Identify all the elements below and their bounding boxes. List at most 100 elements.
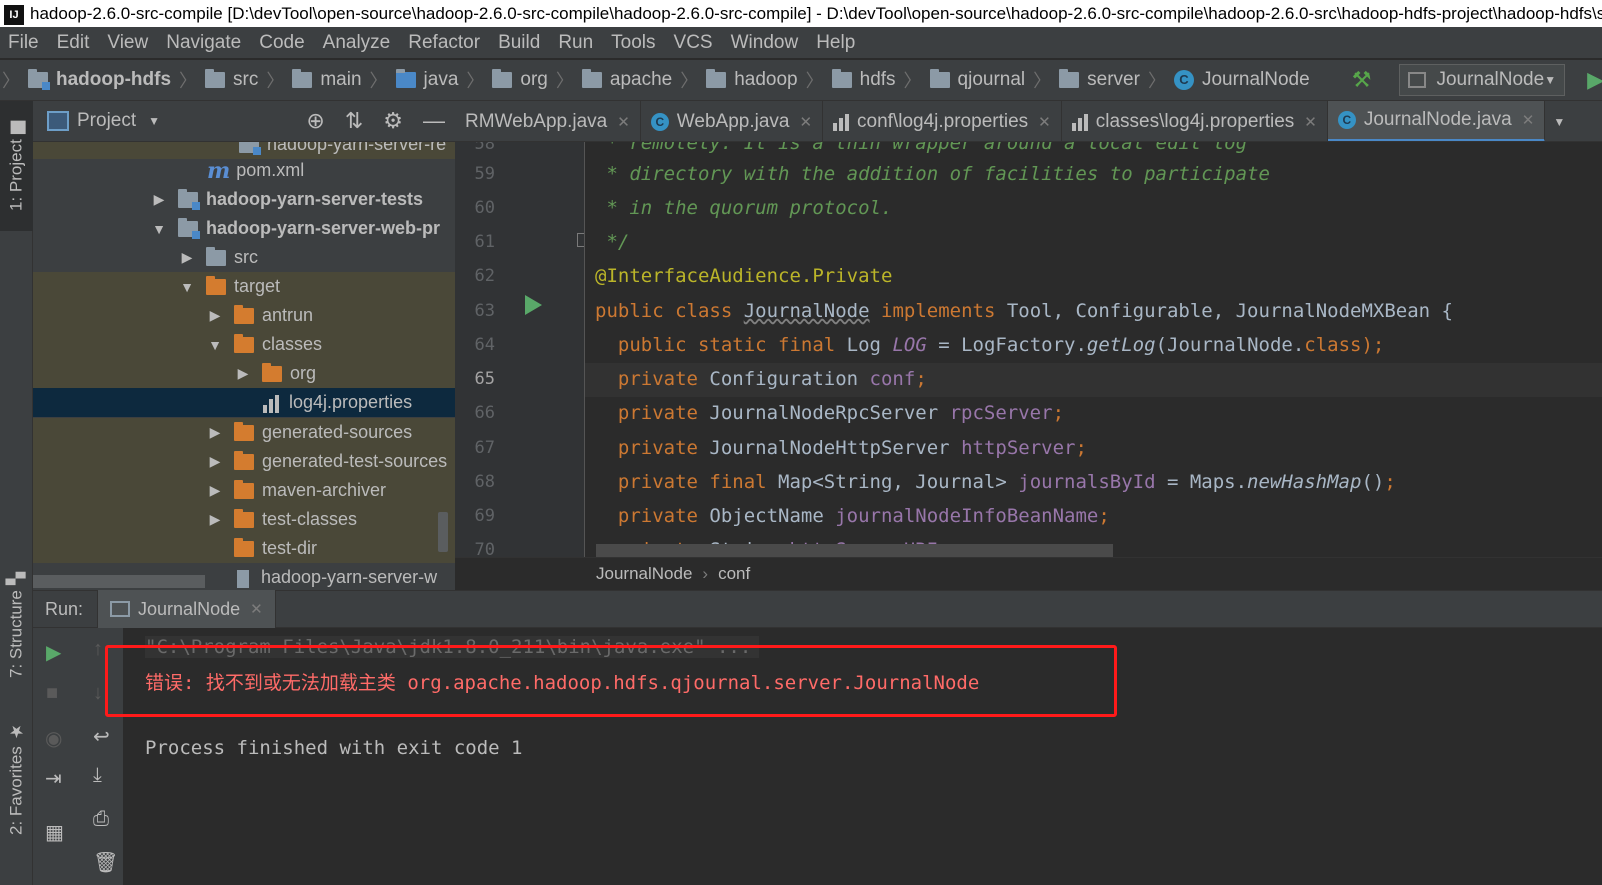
tab-conf-log4j[interactable]: conf\log4j.properties ✕ bbox=[823, 101, 1062, 141]
close-icon[interactable]: ✕ bbox=[1522, 111, 1535, 129]
expand-arrow-icon[interactable]: ▶ bbox=[206, 424, 224, 441]
nav-crumb-org[interactable]: org bbox=[492, 69, 553, 91]
menu-build[interactable]: Build bbox=[489, 27, 549, 59]
run-play-icon[interactable]: ▶ bbox=[1587, 67, 1602, 93]
window-title: hadoop-2.6.0-src-compile [D:\devTool\ope… bbox=[30, 4, 1602, 23]
collapse-all-icon[interactable]: ⇅ bbox=[345, 108, 363, 134]
collapse-arrow-icon[interactable]: ▼ bbox=[178, 279, 196, 295]
fold-marker-icon[interactable] bbox=[577, 233, 584, 247]
hide-panel-icon[interactable]: — bbox=[423, 108, 445, 134]
menu-window[interactable]: Window bbox=[722, 27, 808, 59]
tab-journalnode[interactable]: C JournalNode.java ✕ bbox=[1327, 101, 1546, 141]
menu-file[interactable]: File bbox=[0, 27, 48, 59]
nav-separator: 〉 bbox=[680, 71, 699, 91]
menu-edit[interactable]: Edit bbox=[48, 27, 99, 59]
tree-item[interactable]: ▶ generated-test-sources bbox=[33, 447, 455, 476]
tab-overflow[interactable]: ▼ bbox=[1545, 101, 1573, 141]
trash-icon[interactable]: 🗑 bbox=[93, 850, 118, 875]
tree-item[interactable]: test-dir bbox=[33, 534, 455, 563]
keyword-token: implements bbox=[869, 300, 1007, 322]
soft-wrap-icon[interactable]: ↩ bbox=[93, 724, 110, 749]
tree-item[interactable]: ▼ classes bbox=[33, 330, 455, 359]
menu-view[interactable]: View bbox=[98, 27, 157, 59]
tree-horizontal-scrollbar[interactable] bbox=[33, 575, 205, 588]
menu-run[interactable]: Run bbox=[549, 27, 602, 59]
tab-classes-log4j[interactable]: classes\log4j.properties ✕ bbox=[1062, 101, 1328, 141]
expand-arrow-icon[interactable]: ▶ bbox=[150, 191, 168, 208]
tree-item[interactable]: ▼ hadoop-yarn-server-web-pr bbox=[33, 214, 455, 243]
gear-icon[interactable]: ⚙ bbox=[383, 108, 403, 134]
close-icon[interactable]: ✕ bbox=[1038, 113, 1051, 131]
rerun-icon[interactable]: ▶ bbox=[46, 640, 61, 665]
build-hammer-icon[interactable]: ⚒ bbox=[1352, 67, 1372, 93]
nav-crumb-hadoop[interactable]: hadoop bbox=[706, 69, 803, 91]
tree-item[interactable]: ▶ antrun bbox=[33, 301, 455, 330]
breadcrumb-item-class[interactable]: JournalNode bbox=[596, 564, 692, 584]
nav-crumb-label: hdfs bbox=[859, 69, 896, 90]
run-configuration-select[interactable]: JournalNode ▼ bbox=[1399, 64, 1566, 96]
menu-navigate[interactable]: Navigate bbox=[157, 27, 250, 59]
expand-arrow-icon[interactable]: ▶ bbox=[234, 365, 252, 382]
layout-icon[interactable]: ▦ bbox=[45, 820, 64, 845]
close-icon[interactable]: ✕ bbox=[250, 600, 263, 618]
run-tab-journalnode[interactable]: JournalNode ✕ bbox=[97, 590, 276, 628]
camera-icon[interactable]: ◉ bbox=[45, 726, 62, 751]
breadcrumb-item-field[interactable]: conf bbox=[718, 564, 750, 584]
tree-item[interactable]: ▶ maven-archiver bbox=[33, 476, 455, 505]
nav-crumb-class[interactable]: C JournalNode bbox=[1173, 69, 1316, 91]
package-icon bbox=[581, 69, 602, 88]
nav-crumb-main[interactable]: main bbox=[292, 69, 367, 91]
close-icon[interactable]: ✕ bbox=[799, 113, 812, 131]
menu-tools[interactable]: Tools bbox=[602, 27, 664, 59]
nav-crumb-server[interactable]: server bbox=[1059, 69, 1146, 91]
console-exit-line: Process finished with exit code 1 bbox=[145, 737, 523, 759]
scroll-to-end-icon[interactable]: ⤓ bbox=[93, 764, 102, 787]
tree-item-selected[interactable]: log4j.properties bbox=[33, 388, 455, 417]
editor-horizontal-scrollbar[interactable] bbox=[596, 544, 1113, 557]
stop-icon[interactable]: ■ bbox=[46, 682, 58, 705]
tree-item[interactable]: ▶ org bbox=[33, 359, 455, 388]
collapse-arrow-icon[interactable]: ▼ bbox=[150, 221, 168, 237]
close-icon[interactable]: ✕ bbox=[617, 113, 630, 131]
tree-item[interactable]: ▶ test-classes bbox=[33, 505, 455, 534]
tool-tab-project[interactable]: 1: Project ▆ bbox=[0, 101, 33, 231]
tab-webapp[interactable]: C WebApp.java ✕ bbox=[641, 101, 824, 141]
expand-arrow-icon[interactable]: ▶ bbox=[206, 453, 224, 470]
menu-refactor[interactable]: Refactor bbox=[399, 27, 489, 59]
nav-crumb-java[interactable]: java bbox=[395, 69, 465, 91]
locate-file-icon[interactable]: ⊕ bbox=[306, 108, 324, 134]
nav-crumb-module[interactable]: hadoop-hdfs bbox=[28, 69, 177, 91]
scroll-up-icon[interactable]: ↑ bbox=[93, 638, 103, 661]
print-icon[interactable]: ⎙ bbox=[93, 808, 109, 831]
tab-rmwebapp[interactable]: RMWebApp.java ✕ bbox=[455, 101, 641, 141]
nav-crumb-apache[interactable]: apache bbox=[581, 69, 678, 91]
code-line: private ObjectName journalNodeInfoBeanNa… bbox=[595, 499, 1110, 533]
menu-help[interactable]: Help bbox=[807, 27, 864, 59]
close-icon[interactable]: ✕ bbox=[1304, 113, 1317, 131]
code-editor[interactable]: * remotely. It is a thin wrapper around … bbox=[585, 142, 1602, 557]
expand-arrow-icon[interactable]: ▶ bbox=[206, 482, 224, 499]
nav-crumb-src[interactable]: src bbox=[205, 69, 264, 91]
tree-vertical-scrollbar[interactable] bbox=[438, 512, 448, 552]
collapse-arrow-icon[interactable]: ▼ bbox=[206, 337, 224, 353]
scroll-down-icon[interactable]: ↓ bbox=[93, 682, 103, 705]
run-gutter-icon[interactable] bbox=[525, 295, 542, 315]
expand-arrow-icon[interactable]: ▶ bbox=[206, 511, 224, 528]
tool-tab-favorites[interactable]: 2: Favorites ★ bbox=[0, 713, 33, 843]
tree-item[interactable]: ▶ hadoop-yarn-server-tests bbox=[33, 185, 455, 214]
tree-item[interactable]: m pom.xml bbox=[33, 156, 455, 185]
chevron-down-icon[interactable]: ▼ bbox=[148, 114, 160, 128]
restore-layout-icon[interactable]: ⇥ bbox=[45, 766, 62, 791]
nav-crumb-hdfs[interactable]: hdfs bbox=[831, 69, 902, 91]
menu-analyze[interactable]: Analyze bbox=[314, 27, 400, 59]
nav-crumb-qjournal[interactable]: qjournal bbox=[929, 69, 1032, 91]
menu-code[interactable]: Code bbox=[250, 27, 313, 59]
tree-item[interactable]: ▶ generated-sources bbox=[33, 418, 455, 447]
menu-vcs[interactable]: VCS bbox=[665, 27, 722, 59]
tree-item[interactable]: ▶ src bbox=[33, 243, 455, 272]
expand-arrow-icon[interactable]: ▶ bbox=[206, 307, 224, 324]
expand-arrow-icon[interactable]: ▶ bbox=[178, 249, 196, 266]
project-view-label[interactable]: Project bbox=[77, 110, 136, 132]
tool-tab-structure[interactable]: 7: Structure ▚ bbox=[0, 563, 33, 687]
tree-item[interactable]: ▼ target bbox=[33, 272, 455, 301]
